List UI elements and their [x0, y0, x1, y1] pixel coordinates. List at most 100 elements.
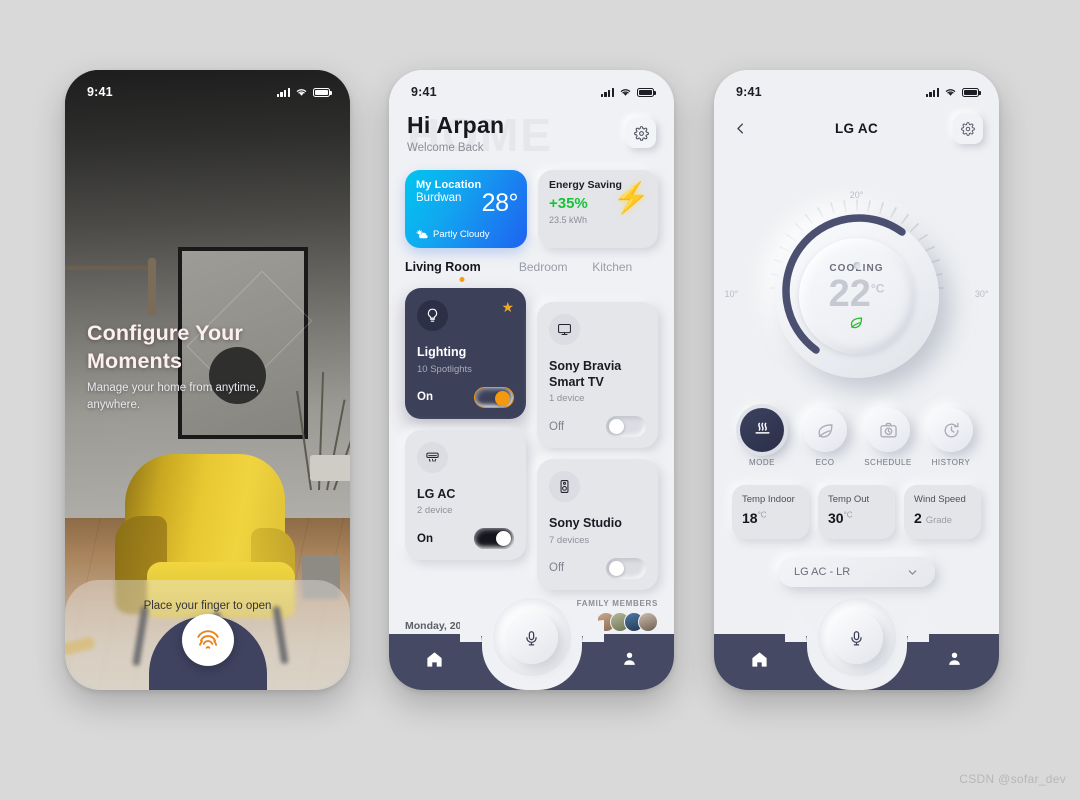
- favorite-star-icon[interactable]: ★: [501, 299, 514, 316]
- tab-kitchen[interactable]: Kitchen: [592, 260, 658, 274]
- settings-button[interactable]: [626, 118, 656, 148]
- stat-number: 30: [828, 510, 844, 526]
- stat-number: 18: [742, 510, 758, 526]
- energy-usage: 23.5 kWh: [548, 215, 588, 225]
- room-tabs: Living Room Bedroom Kitchen: [405, 260, 658, 274]
- lightning-bolt-icon: ⚡: [612, 182, 650, 215]
- stat-value: 2 Grade: [914, 510, 971, 526]
- device-toggle[interactable]: [606, 557, 646, 579]
- wall-lamp-body: [148, 258, 156, 316]
- voice-assistant-button[interactable]: [830, 612, 883, 664]
- gear-icon: [961, 122, 975, 136]
- heat-waves-icon: [754, 422, 770, 434]
- device-toggle[interactable]: [606, 416, 646, 438]
- nav-home-button[interactable]: [750, 650, 769, 674]
- dial-tick-min: 10°: [724, 289, 739, 299]
- phone-ac-control: 9:41 LG AC 22°C 20° 10° 30° MODE ECO SCH…: [714, 70, 999, 690]
- phone-lockscreen: 9:41 Configure Your Moments Manage your …: [65, 70, 350, 690]
- device-grid: ★ Lighting 10 Spotlights On LG AC 2 devi…: [405, 288, 658, 590]
- unlock-hint: Place your finger to open: [143, 600, 272, 612]
- energy-saving-card[interactable]: Energy Saving +35% 23.5 kWh ⚡: [537, 170, 658, 248]
- device-state: Off: [549, 562, 565, 575]
- mode-button-history[interactable]: HISTORY: [923, 408, 979, 467]
- wall: [65, 70, 350, 518]
- status-bar: 9:41: [65, 70, 350, 104]
- person-icon: [949, 652, 960, 665]
- device-toggle[interactable]: [474, 386, 514, 408]
- stat-number: 2: [914, 510, 922, 526]
- lightbulb-icon: [417, 300, 448, 331]
- signal-icon: [925, 87, 939, 97]
- mode-button-schedule[interactable]: SCHEDULE: [860, 408, 916, 467]
- screenshot-canvas: 9:41 Configure Your Moments Manage your …: [0, 0, 1080, 800]
- stat-unit: °C: [757, 510, 767, 520]
- device-card-lighting[interactable]: ★ Lighting 10 Spotlights On: [405, 288, 526, 419]
- mode-button-mode[interactable]: MODE: [734, 408, 790, 467]
- dial-temp-unit: °C: [870, 280, 885, 295]
- device-card-sony-bravia[interactable]: Sony Bravia Smart TV 1 device Off: [537, 302, 658, 449]
- device-sub: 10 Spotlights: [417, 363, 472, 375]
- mode-label: HISTORY: [931, 458, 971, 467]
- device-sub: 7 devices: [549, 534, 590, 546]
- leaf-icon: [849, 315, 864, 332]
- back-button[interactable]: [730, 118, 750, 138]
- watermark-credit: CSDN @sofar_dev: [959, 772, 1066, 786]
- leaf-icon: [817, 423, 833, 438]
- wifi-icon: [945, 89, 956, 96]
- stat-cards: Temp Indoor 18°C Temp Out 30°C Wind Spee…: [732, 485, 981, 539]
- battery-icon: [637, 87, 656, 97]
- mode-buttons: MODE ECO SCHEDULE HISTORY: [734, 408, 979, 467]
- device-sub: 1 device: [549, 393, 585, 405]
- stat-card-temp-out: Temp Out 30°C: [818, 485, 895, 539]
- dial-face: COOLING 22°C: [798, 238, 915, 354]
- tab-living-room[interactable]: Living Room: [405, 260, 519, 274]
- nav-home-button[interactable]: [425, 650, 444, 674]
- location-weather-card[interactable]: My Location Burdwan 28° Partly Cloudy: [405, 170, 527, 248]
- device-card-sony-studio[interactable]: Sony Studio 7 devices Off: [537, 459, 658, 590]
- gear-icon: [633, 125, 649, 141]
- history-clock-icon: [944, 422, 959, 437]
- status-icons: [276, 87, 332, 97]
- microphone-icon: [851, 630, 862, 646]
- weather-condition: Partly Cloudy: [416, 229, 490, 240]
- partly-cloudy-icon: [416, 229, 428, 239]
- page-title: LG AC: [835, 120, 878, 136]
- wifi-icon: [620, 89, 631, 96]
- temperature-dial[interactable]: COOLING 22°C 20° 10° 30°: [725, 190, 989, 396]
- tv-icon: [549, 314, 580, 345]
- stat-value: 18°C: [742, 510, 799, 526]
- device-state: Off: [549, 420, 565, 433]
- mode-button-eco[interactable]: ECO: [797, 408, 853, 467]
- dial-tick-mid: 20°: [849, 190, 864, 200]
- device-name: Sony Bravia Smart TV: [549, 359, 622, 389]
- stat-value: 30°C: [828, 510, 885, 526]
- device-toggle[interactable]: [474, 528, 514, 550]
- device-state: On: [417, 532, 433, 545]
- fingerprint-icon: [196, 630, 219, 649]
- family-members-label: FAMILY MEMBERS: [576, 599, 658, 608]
- lockscreen-title: Configure Your Moments: [87, 321, 243, 373]
- device-selector[interactable]: LG AC - LR: [778, 557, 935, 587]
- stat-unit: Grade: [925, 515, 953, 526]
- dial-temp-value: 22: [828, 272, 871, 315]
- status-icons: [600, 87, 656, 97]
- wall-lamp-arm: [65, 266, 153, 270]
- chevron-left-icon: [736, 123, 743, 133]
- status-bar: 9:41: [714, 70, 999, 104]
- stat-key: Temp Indoor: [742, 494, 795, 505]
- avatar[interactable]: [638, 612, 658, 632]
- location-temperature: 28°: [481, 189, 519, 217]
- fingerprint-button[interactable]: [181, 614, 234, 666]
- mode-icon-wrap: [929, 408, 973, 452]
- device-sub: 2 device: [417, 505, 453, 517]
- greeting-title: Hi Arpan: [407, 112, 505, 138]
- settings-button[interactable]: [953, 114, 983, 144]
- signal-icon: [600, 87, 614, 97]
- nav-profile-button[interactable]: [946, 650, 963, 672]
- nav-profile-button[interactable]: [621, 650, 638, 672]
- camera-timer-icon: [879, 422, 897, 438]
- voice-assistant-button[interactable]: [505, 612, 558, 664]
- device-card-lg-ac[interactable]: LG AC 2 device On: [405, 429, 526, 561]
- tab-bedroom[interactable]: Bedroom: [519, 260, 592, 274]
- stat-key: Wind Speed: [914, 494, 966, 505]
